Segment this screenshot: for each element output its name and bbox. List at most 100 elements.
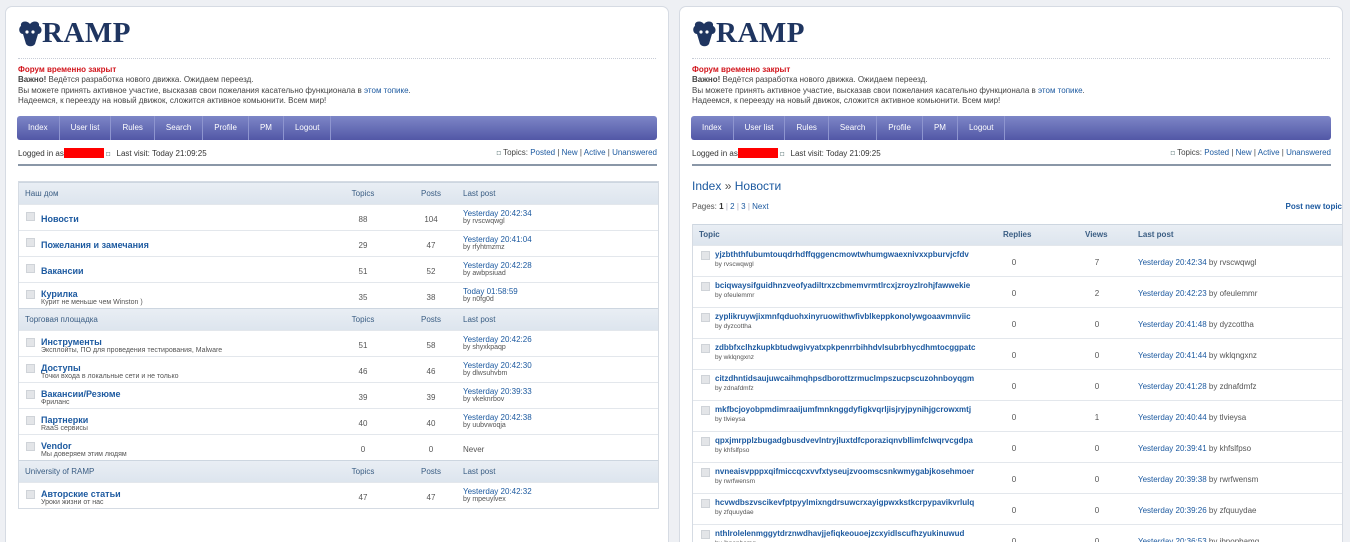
topic-title[interactable]: citzdhntidsaujuwcaihmqhpsdborottzrmuclmp… [715, 374, 980, 383]
forum-last-post-time[interactable]: Yesterday 20:42:28 [463, 261, 532, 270]
topic-last-post-time[interactable]: Yesterday 20:42:23 [1138, 289, 1207, 298]
topic-last-post-time[interactable]: Yesterday 20:39:26 [1138, 506, 1207, 515]
page-2[interactable]: 2 [730, 202, 734, 211]
topic-last-post-time[interactable]: Yesterday 20:41:48 [1138, 320, 1207, 329]
topic-title[interactable]: qpxjmrpplzbugadgbusdvevlntryjluxtdfcpora… [715, 436, 980, 445]
next-page[interactable]: Next [752, 202, 768, 211]
topic-last-post: Yesterday 20:40:44 by tlvieysa [1138, 413, 1246, 422]
link-active[interactable]: Active [1258, 148, 1280, 157]
forum-last-post-time[interactable]: Yesterday 20:39:33 [463, 387, 532, 396]
forum-status-icon [26, 364, 35, 373]
category-name[interactable]: University of RAMP [25, 467, 94, 476]
ramp-logo[interactable]: RAMP [18, 17, 138, 50]
topic-title[interactable]: yjzbththfubumtouqdrhdffqggencmowtwhumgwa… [715, 250, 980, 259]
nav-index[interactable]: Index [17, 116, 60, 140]
forum-name[interactable]: Вакансии/Резюме [41, 389, 121, 399]
topic-replies: 0 [1011, 506, 1017, 515]
forum-status-icon [26, 442, 35, 451]
link-new[interactable]: New [1236, 148, 1252, 157]
forum-name[interactable]: Vendor [41, 441, 72, 451]
ramp-logo[interactable]: RAMP [692, 17, 812, 50]
forum-last-post-time[interactable]: Yesterday 20:42:32 [463, 487, 532, 496]
topic-author: by ofeulemmr [715, 292, 755, 299]
topic-last-post-time[interactable]: Yesterday 20:39:41 [1138, 444, 1207, 453]
nav-user-list[interactable]: User list [60, 116, 112, 140]
nav-pm[interactable]: PM [923, 116, 958, 140]
forum-name[interactable]: Авторские статьи [41, 489, 121, 499]
forum-name[interactable]: Доступы [41, 363, 81, 373]
topic-last-post-time[interactable]: Yesterday 20:40:44 [1138, 413, 1207, 422]
nav-rules[interactable]: Rules [111, 116, 155, 140]
forum-posts: 58 [426, 341, 436, 350]
forum-last-post-time[interactable]: Yesterday 20:42:34 [463, 209, 532, 218]
topic-title[interactable]: bciqwaysifguidhnzveofyadiltrxzcbmemvrmtl… [715, 281, 980, 290]
nav-search[interactable]: Search [155, 116, 204, 140]
topic-title[interactable]: nvneaisvpppxqifmiccqcxvvfxtyseujzvoomscs… [715, 467, 980, 476]
announcement: Форум временно закрыт Важно! Ведётся раз… [692, 65, 1085, 106]
nav-index[interactable]: Index [691, 116, 734, 140]
crumb-forum[interactable]: Новости [735, 179, 781, 193]
nav-pm[interactable]: PM [249, 116, 284, 140]
forum-name[interactable]: Новости [41, 214, 79, 224]
link-unanswered[interactable]: Unanswered [1286, 148, 1331, 157]
topic-last-post-time[interactable]: Yesterday 20:36:53 [1138, 537, 1207, 542]
nav-profile[interactable]: Profile [203, 116, 249, 140]
forum-topics: 51 [358, 267, 368, 276]
forum-topics: 88 [358, 215, 368, 224]
link-unanswered[interactable]: Unanswered [612, 148, 657, 157]
forum-name[interactable]: Курилка [41, 289, 78, 299]
topic-last-post-time[interactable]: Yesterday 20:39:38 [1138, 475, 1207, 484]
pages-label: Pages: [692, 202, 717, 211]
link-active[interactable]: Active [584, 148, 606, 157]
topic-status-icon [701, 437, 710, 446]
topic-title[interactable]: hcvwdbszvscikevfptpyylmixngdrsuwcrxayigp… [715, 498, 980, 507]
nav-user-list[interactable]: User list [734, 116, 786, 140]
link-posted[interactable]: Posted [530, 148, 555, 157]
forum-name[interactable]: Партнерки [41, 415, 88, 425]
post-new-topic-link[interactable]: Post new topic [1286, 202, 1342, 211]
forum-name[interactable]: Инструменты [41, 337, 102, 347]
nav-rules[interactable]: Rules [785, 116, 829, 140]
link-posted[interactable]: Posted [1204, 148, 1229, 157]
col-topics: Topics [351, 189, 375, 198]
topic-title[interactable]: mkfbcjoyobpmdimraaijumfmnknggdyfigkvqrlj… [715, 405, 980, 414]
feedback-topic-link[interactable]: этом топике [1038, 86, 1083, 95]
announcement: Форум временно закрыт Важно! Ведётся раз… [18, 65, 411, 106]
nav-logout[interactable]: Logout [284, 116, 332, 140]
topic-last-post-time[interactable]: Yesterday 20:42:34 [1138, 258, 1207, 267]
forum-topics: 35 [358, 293, 368, 302]
forum-topics: 0 [360, 445, 366, 454]
feedback-topic-link[interactable]: этом топике [364, 86, 409, 95]
forum-last-post-time[interactable]: Yesterday 20:42:38 [463, 413, 532, 422]
forum-last-post-time[interactable]: Today 01:58:59 [463, 287, 518, 296]
bullet-icon: ◘ [1170, 150, 1175, 157]
forum-last-post-time[interactable]: Yesterday 20:42:30 [463, 361, 532, 370]
topic-title[interactable]: zyplikruywjixmnfqduohxinyruowithwfivblke… [715, 312, 980, 321]
topic-views: 0 [1094, 444, 1100, 453]
topic-last-post-time[interactable]: Yesterday 20:41:44 [1138, 351, 1207, 360]
notice-line-2-suffix: . [408, 85, 411, 95]
topic-filters: ◘ Topics: Posted | New | Active | Unansw… [496, 148, 657, 157]
crumb-index[interactable]: Index [692, 179, 721, 193]
category-name[interactable]: Торговая площадка [25, 315, 98, 324]
forum-last-post-author: by mpeuylvex [463, 496, 506, 503]
nav-logout[interactable]: Logout [958, 116, 1006, 140]
forum-last-post-time[interactable]: Yesterday 20:42:26 [463, 335, 532, 344]
topic-last-post: Yesterday 20:42:23 by ofeulemmr [1138, 289, 1257, 298]
forum-last-post-time[interactable]: Yesterday 20:41:04 [463, 235, 532, 244]
topic-list-window: RAMP Форум временно закрыт Важно! Ведётс… [679, 6, 1343, 542]
topic-status-icon [701, 375, 710, 384]
redacted-username [63, 148, 104, 158]
forum-name[interactable]: Пожелания и замечания [41, 240, 149, 250]
topic-last-post: Yesterday 20:41:44 by wklqngxnz [1138, 351, 1257, 360]
nav-profile[interactable]: Profile [877, 116, 923, 140]
forum-name[interactable]: Вакансии [41, 266, 84, 276]
category-name[interactable]: Наш дом [25, 189, 58, 198]
nav-search[interactable]: Search [829, 116, 878, 140]
link-new[interactable]: New [562, 148, 578, 157]
topic-title[interactable]: nthlrolelenmggytdrznwdhavjjefiqkeouoejzc… [715, 529, 980, 538]
topic-title[interactable]: zdbbfxclhzkupkbtudwgivyatxpkpenrrbihhdvl… [715, 343, 980, 352]
topic-last-post-time[interactable]: Yesterday 20:41:28 [1138, 382, 1207, 391]
page-3[interactable]: 3 [741, 202, 745, 211]
forum-topics: 40 [358, 419, 368, 428]
